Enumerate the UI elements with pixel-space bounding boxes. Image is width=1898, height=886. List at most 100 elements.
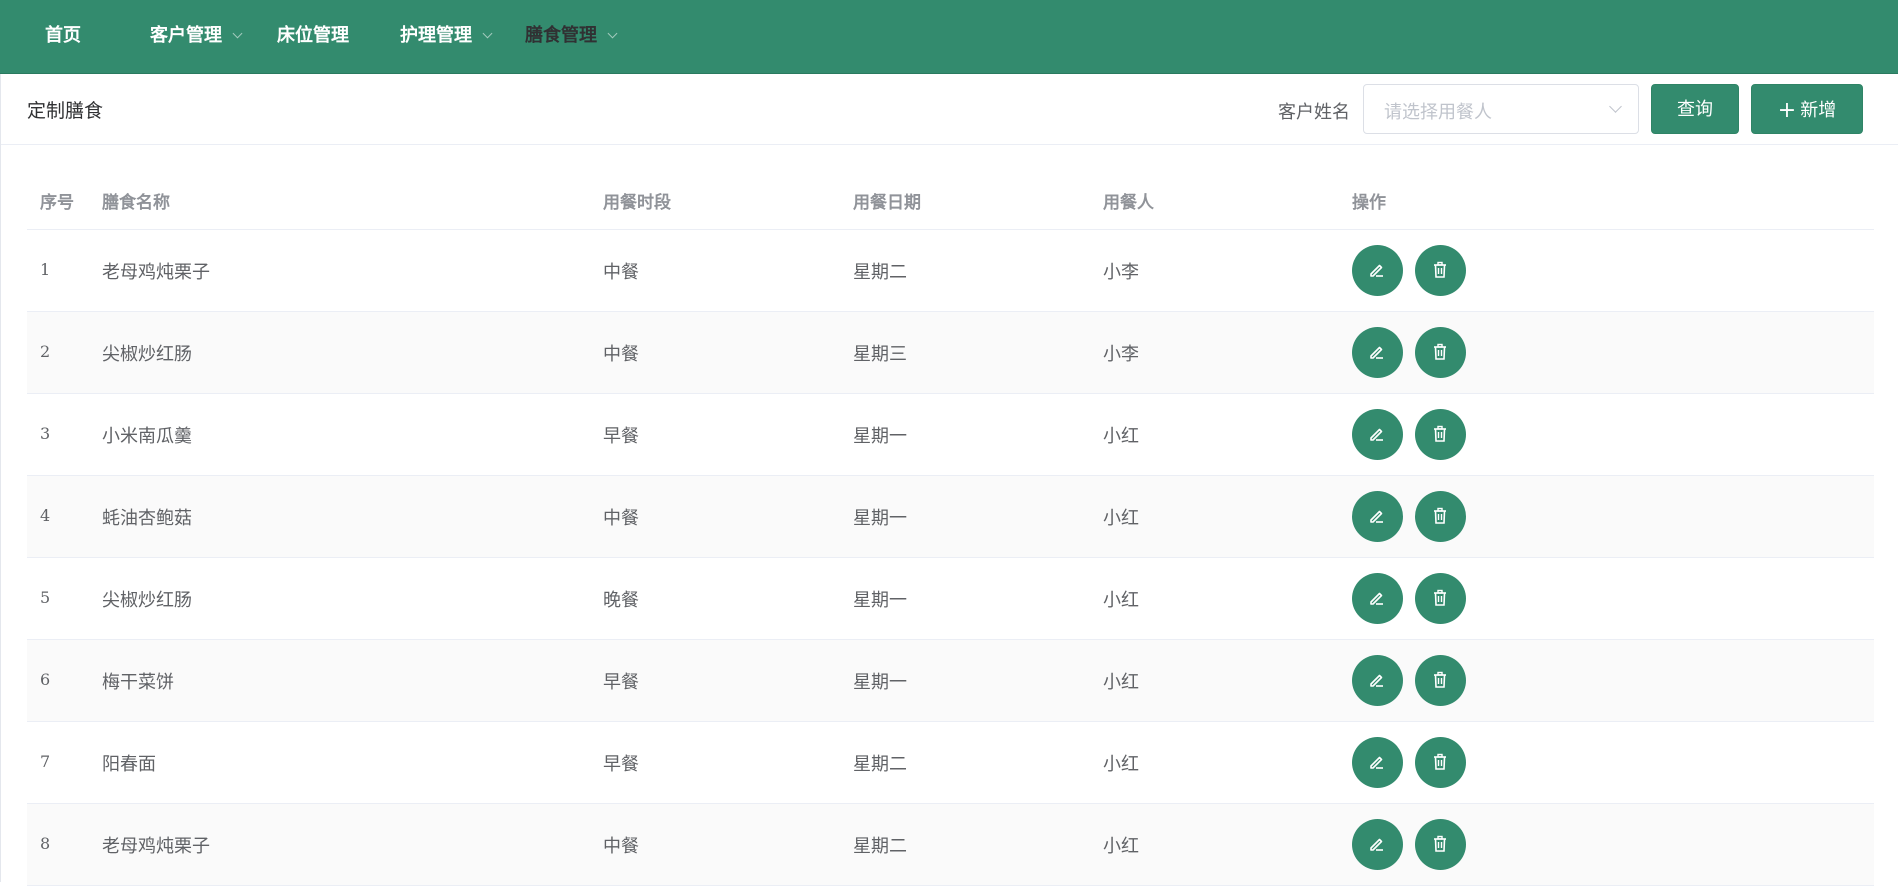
- cell-name: 蚝油杏鲍菇: [102, 508, 192, 529]
- edit-button[interactable]: [1352, 655, 1403, 706]
- column-header-date: 用餐日期: [853, 193, 921, 213]
- cell-no: 3: [40, 424, 51, 443]
- chevron-down-icon: [607, 28, 618, 39]
- chevron-down-icon: [1609, 100, 1622, 113]
- column-header-actions: 操作: [1352, 193, 1386, 213]
- nav-item-label: 客户管理: [150, 25, 222, 46]
- delete-button[interactable]: [1415, 245, 1466, 296]
- cell-date: 星期一: [853, 672, 907, 693]
- table-header: 序号 膳食名称 用餐时段 用餐日期 用餐人 操作: [27, 170, 1874, 230]
- cell-no: 4: [40, 506, 51, 525]
- edit-button[interactable]: [1352, 491, 1403, 542]
- table-row: 6 梅干菜饼 早餐 星期一 小红: [27, 640, 1874, 722]
- select-placeholder: 请选择用餐人: [1384, 102, 1492, 123]
- cell-name: 梅干菜饼: [102, 672, 174, 693]
- table-row: 5 尖椒炒红肠 晚餐 星期一 小红: [27, 558, 1874, 640]
- cell-no: 1: [40, 260, 51, 279]
- trash-icon: [1434, 589, 1446, 606]
- delete-button[interactable]: [1415, 655, 1466, 706]
- pencil-icon: [1370, 838, 1383, 851]
- nav-item-nursing[interactable]: 护理管理: [400, 0, 493, 74]
- nav-item-label: 护理管理: [400, 25, 472, 46]
- table-row: 4 蚝油杏鲍菇 中餐 星期一 小红: [27, 476, 1874, 558]
- cell-person: 小红: [1103, 754, 1139, 775]
- pencil-icon: [1370, 674, 1383, 687]
- nav-item-bed[interactable]: 床位管理: [277, 0, 349, 74]
- trash-icon: [1434, 507, 1446, 524]
- trash-icon: [1434, 425, 1446, 442]
- cell-person: 小李: [1103, 344, 1139, 365]
- table-row: 3 小米南瓜羹 早餐 星期一 小红: [27, 394, 1874, 476]
- pencil-icon: [1370, 346, 1383, 359]
- trash-icon: [1434, 261, 1446, 278]
- cell-person: 小红: [1103, 590, 1139, 611]
- pencil-icon: [1370, 428, 1383, 441]
- trash-icon: [1434, 343, 1446, 360]
- edit-button[interactable]: [1352, 245, 1403, 296]
- table-row: 7 阳春面 早餐 星期二 小红: [27, 722, 1874, 804]
- customer-name-label: 客户姓名: [1278, 102, 1350, 123]
- trash-icon: [1434, 753, 1446, 770]
- cell-name: 阳春面: [102, 754, 156, 775]
- add-button[interactable]: + 新增: [1751, 84, 1863, 134]
- edit-button[interactable]: [1352, 573, 1403, 624]
- cell-period: 中餐: [603, 508, 639, 529]
- query-button-label: 查询: [1677, 99, 1713, 120]
- trash-icon: [1434, 835, 1446, 852]
- pencil-icon: [1370, 592, 1383, 605]
- column-header-person: 用餐人: [1103, 193, 1154, 213]
- cell-name: 老母鸡炖栗子: [102, 262, 210, 283]
- cell-person: 小红: [1103, 508, 1139, 529]
- chevron-down-icon: [482, 28, 493, 39]
- cell-period: 早餐: [603, 754, 639, 775]
- cell-no: 6: [40, 670, 51, 689]
- cell-name: 老母鸡炖栗子: [102, 836, 210, 857]
- cell-date: 星期二: [853, 754, 907, 775]
- toolbar: 定制膳食 客户姓名 请选择用餐人 查询 + 新增: [1, 74, 1898, 145]
- cell-date: 星期三: [853, 344, 907, 365]
- cell-date: 星期二: [853, 262, 907, 283]
- trash-icon: [1434, 671, 1446, 688]
- edit-button[interactable]: [1352, 819, 1403, 870]
- pencil-icon: [1370, 510, 1383, 523]
- cell-person: 小红: [1103, 672, 1139, 693]
- top-nav: 首页 客户管理 床位管理 护理管理 膳食管理: [0, 0, 1898, 74]
- edit-button[interactable]: [1352, 737, 1403, 788]
- cell-date: 星期一: [853, 508, 907, 529]
- chevron-down-icon: [232, 28, 243, 39]
- cell-no: 5: [40, 588, 51, 607]
- meal-table: 序号 膳食名称 用餐时段 用餐日期 用餐人 操作 1 老母鸡炖栗子 中餐 星期二…: [27, 170, 1874, 886]
- customer-select[interactable]: 请选择用餐人: [1363, 84, 1639, 134]
- nav-item-meal[interactable]: 膳食管理: [525, 0, 618, 74]
- edit-button[interactable]: [1352, 409, 1403, 460]
- edit-button[interactable]: [1352, 327, 1403, 378]
- nav-item-label: 首页: [45, 25, 81, 46]
- cell-period: 早餐: [603, 426, 639, 447]
- delete-button[interactable]: [1415, 819, 1466, 870]
- column-header-name: 膳食名称: [102, 193, 170, 213]
- delete-button[interactable]: [1415, 737, 1466, 788]
- cell-name: 小米南瓜羹: [102, 426, 192, 447]
- cell-name: 尖椒炒红肠: [102, 344, 192, 365]
- cell-period: 中餐: [603, 836, 639, 857]
- delete-button[interactable]: [1415, 409, 1466, 460]
- nav-item-label: 床位管理: [277, 25, 349, 46]
- cell-period: 中餐: [603, 344, 639, 365]
- nav-item-customer[interactable]: 客户管理: [150, 0, 243, 74]
- query-button[interactable]: 查询: [1651, 84, 1739, 134]
- table-row: 2 尖椒炒红肠 中餐 星期三 小李: [27, 312, 1874, 394]
- table-row: 1 老母鸡炖栗子 中餐 星期二 小李: [27, 230, 1874, 312]
- cell-date: 星期一: [853, 426, 907, 447]
- delete-button[interactable]: [1415, 573, 1466, 624]
- delete-button[interactable]: [1415, 491, 1466, 542]
- cell-name: 尖椒炒红肠: [102, 590, 192, 611]
- nav-item-home[interactable]: 首页: [45, 0, 81, 74]
- cell-period: 早餐: [603, 672, 639, 693]
- cell-no: 8: [40, 834, 51, 853]
- nav-item-label: 膳食管理: [525, 25, 597, 46]
- delete-button[interactable]: [1415, 327, 1466, 378]
- column-header-no: 序号: [40, 193, 74, 213]
- main-content: 定制膳食 客户姓名 请选择用餐人 查询 + 新增 序号 膳食名称 用餐时段 用餐日…: [0, 74, 1898, 886]
- cell-no: 7: [40, 752, 51, 771]
- cell-date: 星期一: [853, 590, 907, 611]
